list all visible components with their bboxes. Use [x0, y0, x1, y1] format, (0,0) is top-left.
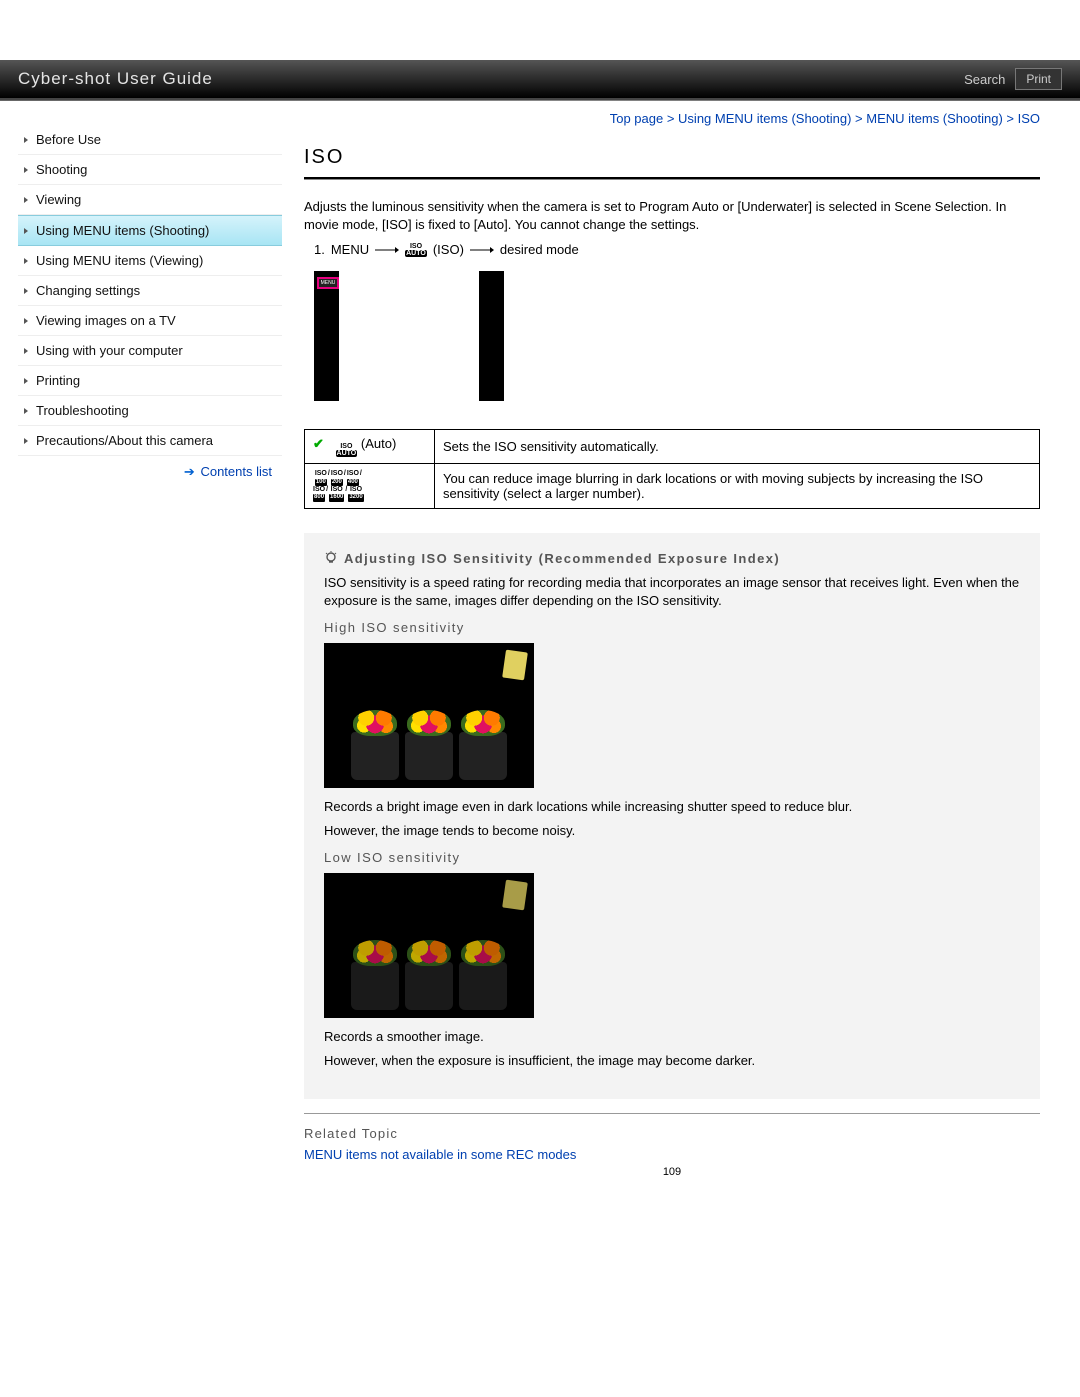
title-rule	[304, 177, 1040, 180]
intro-text: Adjusts the luminous sensitivity when th…	[304, 198, 1040, 234]
sidebar-item-label: Using with your computer	[36, 343, 183, 358]
sidebar-item-label: Using MENU items (Shooting)	[36, 223, 209, 238]
menu-highlight-icon: MENU	[317, 277, 339, 289]
print-button[interactable]: Print	[1015, 68, 1062, 90]
section-rule	[304, 1113, 1040, 1114]
sidebar-item-viewing[interactable]: Viewing	[18, 185, 282, 215]
contents-list-label: Contents list	[200, 464, 272, 479]
header-bar: Cyber-shot User Guide Search Print	[0, 60, 1080, 100]
low-iso-heading: Low ISO sensitivity	[324, 850, 1020, 865]
sidebar-item-printing[interactable]: Printing	[18, 366, 282, 396]
page-title: ISO	[304, 146, 1040, 169]
table-row: ✔ ISOAUTO (Auto) Sets the ISO sensitivit…	[305, 430, 1040, 464]
arrow-right-icon	[375, 246, 399, 254]
sidebar: Before Use Shooting Viewing Using MENU i…	[18, 101, 282, 1198]
search-link[interactable]: Search	[964, 72, 1005, 87]
table-cell-label: (Auto)	[361, 436, 396, 451]
sidebar-item-precautions[interactable]: Precautions/About this camera	[18, 426, 282, 456]
related-topic-heading: Related Topic	[304, 1126, 1040, 1141]
sidebar-item-label: Troubleshooting	[36, 403, 129, 418]
sidebar-item-label: Using MENU items (Viewing)	[36, 253, 203, 268]
table-cell-desc: You can reduce image blurring in dark lo…	[435, 464, 1040, 508]
step-menu-label: MENU	[331, 242, 369, 257]
sidebar-item-label: Changing settings	[36, 283, 140, 298]
sidebar-item-tv[interactable]: Viewing images on a TV	[18, 306, 282, 336]
checkmark-icon: ✔	[313, 436, 324, 451]
step-number: 1.	[314, 242, 325, 257]
step-desired-label: desired mode	[500, 242, 579, 257]
sidebar-item-menu-viewing[interactable]: Using MENU items (Viewing)	[18, 246, 282, 276]
sidebar-item-troubleshooting[interactable]: Troubleshooting	[18, 396, 282, 426]
high-iso-heading: High ISO sensitivity	[324, 620, 1020, 635]
contents-list-link[interactable]: ➔ Contents list	[184, 464, 272, 479]
tip-intro: ISO sensitivity is a speed rating for re…	[324, 574, 1020, 610]
table-cell-desc: Sets the ISO sensitivity automatically.	[435, 430, 1040, 464]
sidebar-item-label: Before Use	[36, 132, 101, 147]
page-number: 109	[304, 1166, 1040, 1178]
sidebar-item-label: Printing	[36, 373, 80, 388]
low-iso-desc2: However, when the exposure is insufficie…	[324, 1052, 1020, 1070]
breadcrumb[interactable]: Top page > Using MENU items (Shooting) >…	[304, 111, 1040, 126]
arrow-right-icon: ➔	[184, 464, 195, 479]
tip-heading: Adjusting ISO Sensitivity (Recommended E…	[344, 551, 780, 566]
related-topic-link[interactable]: MENU items not available in some REC mod…	[304, 1147, 576, 1162]
sidebar-item-menu-shooting[interactable]: Using MENU items (Shooting)	[18, 215, 282, 246]
iso-values-icon: ISO100/ISO200/ISO400/ ISO800/ISO1600/ISO…	[313, 470, 364, 501]
sidebar-item-label: Viewing	[36, 192, 81, 207]
sidebar-item-label: Viewing images on a TV	[36, 313, 176, 328]
main-content: Top page > Using MENU items (Shooting) >…	[282, 101, 1062, 1198]
table-row: ISO100/ISO200/ISO400/ ISO800/ISO1600/ISO…	[305, 464, 1040, 508]
arrow-right-icon	[470, 246, 494, 254]
sidebar-item-shooting[interactable]: Shooting	[18, 155, 282, 185]
low-iso-sample-image	[324, 873, 534, 1018]
tip-box: Adjusting ISO Sensitivity (Recommended E…	[304, 533, 1040, 1099]
high-iso-sample-image	[324, 643, 534, 788]
app-title: Cyber-shot User Guide	[18, 69, 213, 89]
lightbulb-icon	[324, 551, 338, 565]
camera-screen-illustration: MENU	[314, 271, 504, 401]
iso-modes-table: ✔ ISOAUTO (Auto) Sets the ISO sensitivit…	[304, 429, 1040, 508]
sidebar-item-label: Shooting	[36, 162, 87, 177]
sidebar-item-changing-settings[interactable]: Changing settings	[18, 276, 282, 306]
sidebar-item-computer[interactable]: Using with your computer	[18, 336, 282, 366]
sidebar-item-before-use[interactable]: Before Use	[18, 125, 282, 155]
step-iso-label: (ISO)	[433, 242, 464, 257]
iso-auto-icon: ISOAUTO	[336, 443, 358, 457]
sidebar-item-label: Precautions/About this camera	[36, 433, 213, 448]
iso-auto-icon: ISOAUTO	[405, 243, 427, 257]
step-1: 1. MENU ISOAUTO (ISO) desired mode	[314, 242, 1040, 257]
low-iso-desc: Records a smoother image.	[324, 1028, 1020, 1046]
high-iso-desc: Records a bright image even in dark loca…	[324, 798, 1020, 816]
high-iso-desc2: However, the image tends to become noisy…	[324, 822, 1020, 840]
